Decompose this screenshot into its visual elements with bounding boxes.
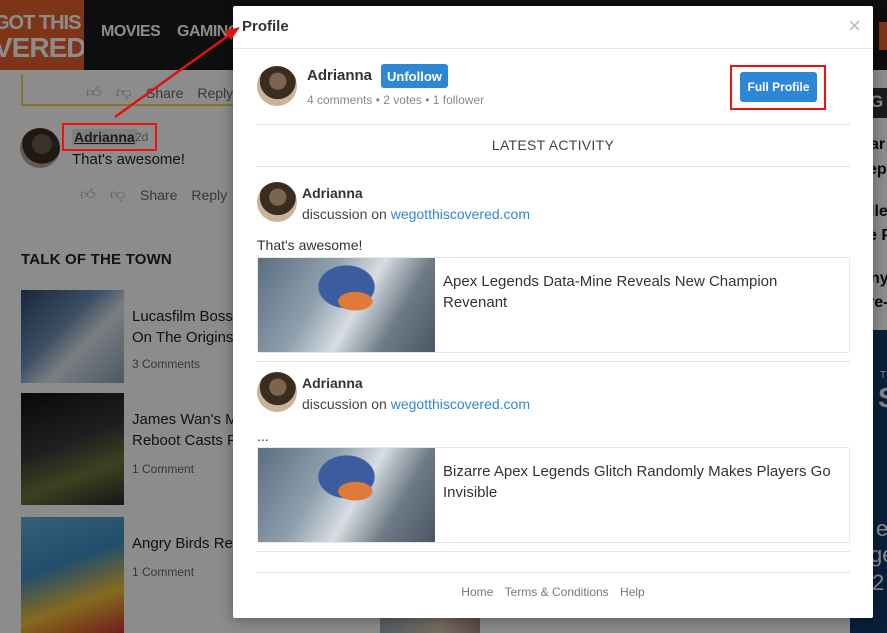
divider <box>257 551 850 552</box>
footer-link-terms[interactable]: Terms & Conditions <box>505 585 609 599</box>
close-icon[interactable]: × <box>848 15 861 37</box>
profile-name[interactable]: Adrianna <box>307 67 372 84</box>
modal-title: Profile <box>242 18 289 35</box>
avatar[interactable] <box>257 372 297 412</box>
activity-text: That's awesome! <box>257 237 363 253</box>
unfollow-button[interactable]: Unfollow <box>381 64 448 88</box>
activity-text: ... <box>257 428 269 444</box>
divider <box>257 124 850 125</box>
activity-context: discussion on wegotthiscovered.com <box>302 396 531 412</box>
modal-footer: Home Terms & Conditions Help <box>233 585 873 599</box>
article-card[interactable]: Apex Legends Data-Mine Reveals New Champ… <box>257 257 850 353</box>
divider <box>257 361 850 362</box>
site-link[interactable]: wegotthiscovered.com <box>391 206 530 222</box>
article-title[interactable]: Apex Legends Data-Mine Reveals New Champ… <box>443 271 838 313</box>
avatar[interactable] <box>257 66 297 106</box>
footer-link-help[interactable]: Help <box>620 585 645 599</box>
divider <box>257 166 850 167</box>
avatar[interactable] <box>257 182 297 222</box>
highlight-box-username <box>62 123 157 151</box>
activity-username[interactable]: Adrianna <box>302 185 363 201</box>
modal-header: Profile × <box>233 6 873 49</box>
highlight-box-full-profile <box>730 65 826 110</box>
activity-context: discussion on wegotthiscovered.com <box>302 206 531 222</box>
article-title[interactable]: Bizarre Apex Legends Glitch Randomly Mak… <box>443 461 838 503</box>
article-thumbnail[interactable] <box>258 448 435 542</box>
activity-username[interactable]: Adrianna <box>302 375 363 391</box>
latest-activity-heading: LATEST ACTIVITY <box>491 137 615 153</box>
footer-link-home[interactable]: Home <box>461 585 493 599</box>
article-thumbnail[interactable] <box>258 258 435 352</box>
divider <box>257 572 850 573</box>
article-card[interactable]: Bizarre Apex Legends Glitch Randomly Mak… <box>257 447 850 543</box>
profile-stats: 4 comments • 2 votes • 1 follower <box>307 93 485 107</box>
site-link[interactable]: wegotthiscovered.com <box>391 396 530 412</box>
